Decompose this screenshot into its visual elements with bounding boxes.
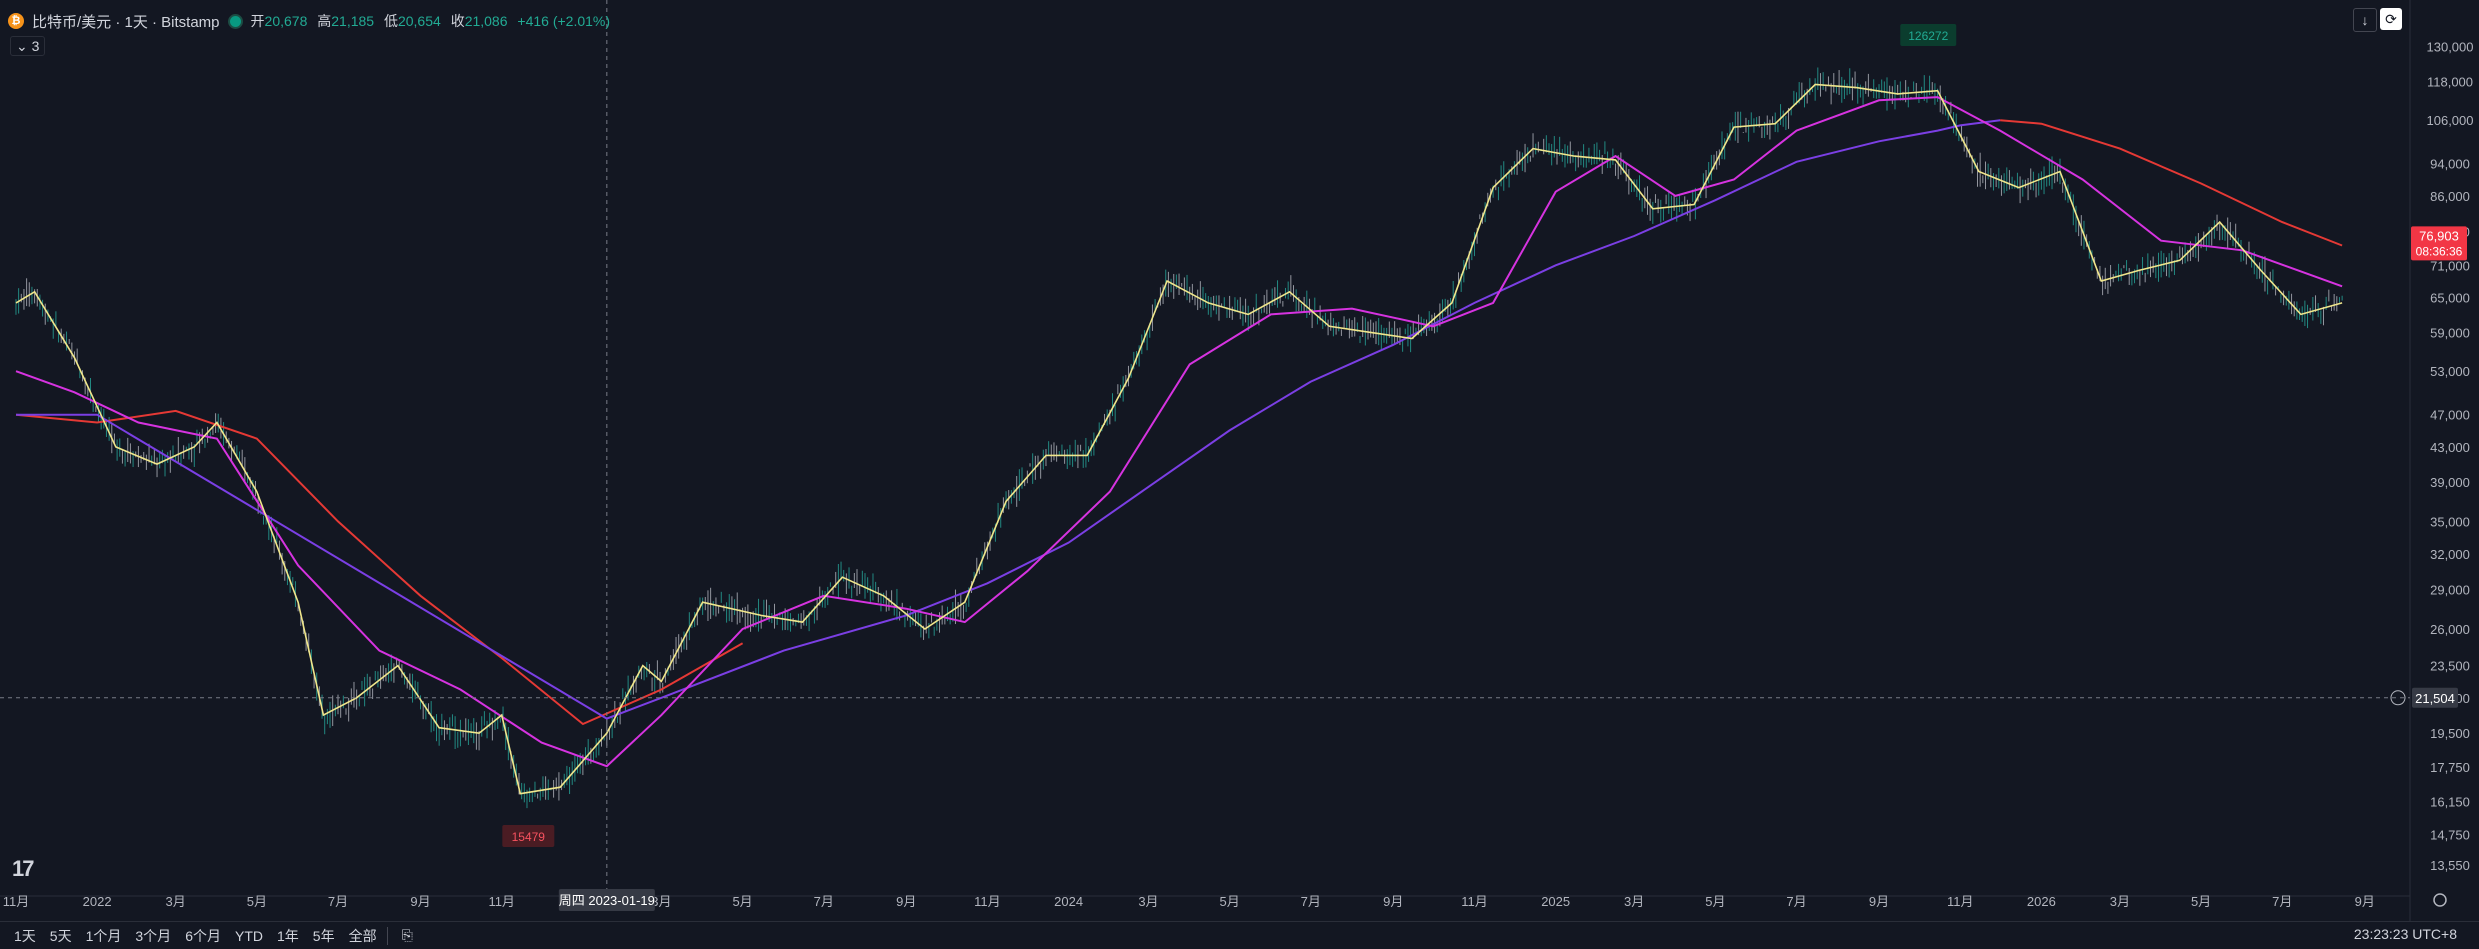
- y-tick-label: 35,000: [2430, 514, 2470, 529]
- x-tick-label: 2026: [2027, 894, 2056, 909]
- range-5d[interactable]: 5天: [50, 926, 72, 946]
- range-1d[interactable]: 1天: [14, 926, 36, 946]
- indicator-count: 3: [31, 38, 40, 54]
- range-1m[interactable]: 1个月: [86, 926, 122, 946]
- x-tick-label: 11月: [974, 894, 1001, 909]
- y-tick-label: 130,000: [2427, 39, 2474, 54]
- y-tick-label: 29,000: [2430, 583, 2470, 598]
- y-tick-label: 13,550: [2430, 858, 2470, 873]
- x-tick-label: 9月: [1869, 894, 1889, 909]
- clock[interactable]: 23:23:23 UTC+8: [2354, 926, 2457, 942]
- tradingview-logo-icon: 17: [12, 856, 35, 881]
- y-tick-label: 106,000: [2427, 113, 2474, 128]
- x-tick-label: 5月: [732, 894, 752, 909]
- y-tick-label: 19,500: [2430, 726, 2470, 741]
- y-tick-label: 23,500: [2430, 659, 2470, 674]
- indicator-toggle[interactable]: ⌄ 3: [10, 36, 46, 56]
- bitcoin-icon: ₿: [8, 13, 24, 29]
- x-tick-label: 5月: [2191, 894, 2211, 909]
- x-tick-label: 7月: [1301, 894, 1321, 909]
- ohlc-values: 开20,678 高21,185 低20,654 收21,086 +416 (+2…: [251, 11, 617, 31]
- x-tick-label: 5月: [1220, 894, 1240, 909]
- y-tick-label: 17,750: [2430, 760, 2470, 775]
- range-1y[interactable]: 1年: [277, 926, 299, 946]
- x-tick-label: 7月: [814, 894, 834, 909]
- low-value: 20,654: [397, 13, 441, 29]
- y-tick-label: 118,000: [2427, 74, 2473, 89]
- market-status-icon: [227, 13, 243, 29]
- x-tick-label: 5月: [1705, 894, 1725, 909]
- ma-line: [16, 119, 2001, 720]
- x-tick-label: 7月: [328, 894, 348, 909]
- ma-line: [2000, 119, 2343, 247]
- x-tick-label: 2024: [1054, 894, 1083, 909]
- range-all[interactable]: 全部: [349, 926, 377, 946]
- y-tick-label: 59,000: [2430, 325, 2470, 340]
- y-tick-label: 65,000: [2430, 290, 2470, 305]
- range-5y[interactable]: 5年: [313, 926, 335, 946]
- date-range-icon[interactable]: ⎘: [402, 927, 413, 944]
- range-ytd[interactable]: YTD: [235, 928, 263, 944]
- y-tick-label: 53,000: [2430, 364, 2470, 379]
- symbol-title[interactable]: 比特币/美元 · 1天 · Bitstamp: [32, 11, 220, 32]
- x-tick-label: 9月: [2355, 894, 2375, 909]
- last-price-label: 76,903: [2419, 228, 2459, 243]
- close-value: 21,086: [464, 13, 508, 29]
- x-tick-label: 9月: [410, 894, 430, 909]
- x-tick-label: 7月: [2272, 894, 2292, 909]
- range-3m[interactable]: 3个月: [135, 926, 171, 946]
- x-tick-label: 2025: [1541, 894, 1570, 909]
- open-value: 20,678: [264, 13, 308, 29]
- download-icon[interactable]: ↓: [2353, 8, 2377, 32]
- high-annotation: 126272: [1908, 29, 1948, 43]
- y-tick-label: 86,000: [2430, 189, 2470, 204]
- low-annotation: 15479: [512, 830, 546, 844]
- open-label: 开: [250, 13, 265, 29]
- x-tick-label: 3月: [1138, 894, 1158, 909]
- legend-header: ₿ 比特币/美元 · 1天 · Bitstamp 开20,678 高21,185…: [8, 10, 616, 32]
- y-tick-label: 16,150: [2430, 794, 2470, 809]
- range-6m[interactable]: 6个月: [185, 926, 221, 946]
- x-tick-label: 9月: [1383, 894, 1403, 909]
- x-tick-label: 2022: [83, 894, 112, 909]
- screenshot-icon[interactable]: ⟳: [2380, 8, 2402, 30]
- change-value: +416 (+2.01%): [517, 13, 611, 29]
- chevron-down-icon: ⌄: [16, 38, 28, 54]
- x-tick-label: 3月: [166, 894, 186, 909]
- y-tick-label: 47,000: [2430, 408, 2470, 423]
- x-tick-label: 11月: [1461, 894, 1488, 909]
- y-tick-label: 14,750: [2430, 827, 2470, 842]
- x-tick-label: 11月: [3, 894, 30, 909]
- x-tick-label: 5月: [247, 894, 267, 909]
- x-tick-label: 9月: [896, 894, 916, 909]
- x-tick-label: 3月: [2110, 894, 2130, 909]
- low-label: 低: [383, 13, 398, 29]
- y-tick-label: 94,000: [2430, 157, 2470, 172]
- close-label: 收: [450, 13, 465, 29]
- y-tick-label: 32,000: [2430, 547, 2470, 562]
- y-tick-label: 71,000: [2430, 258, 2470, 273]
- x-tick-label: 7月: [1786, 894, 1806, 909]
- x-tick-label: 11月: [1947, 894, 1974, 909]
- ma-line: [15, 96, 2343, 768]
- y-tick-label: 39,000: [2430, 475, 2470, 490]
- x-tick-label: 3月: [1624, 894, 1644, 909]
- crosshair-date-label: 周四 2023-01-19: [559, 893, 655, 908]
- price-chart[interactable]: 130,000118,000106,00094,00086,00078,0007…: [0, 0, 2479, 921]
- countdown-label: 08:36:36: [2416, 244, 2463, 258]
- y-tick-label: 43,000: [2430, 440, 2470, 455]
- divider: [386, 926, 388, 945]
- x-tick-label: 11月: [488, 894, 515, 909]
- y-tick-label: 26,000: [2430, 622, 2470, 637]
- crosshair-price-label: 21,504: [2415, 691, 2455, 706]
- price-axis: [2410, 0, 2479, 921]
- high-value: 21,185: [331, 13, 375, 29]
- high-label: 高: [317, 13, 332, 29]
- range-toolbar: 1天 5天 1个月 3个月 6个月 YTD 1年 5年 全部 ⎘: [0, 921, 2479, 949]
